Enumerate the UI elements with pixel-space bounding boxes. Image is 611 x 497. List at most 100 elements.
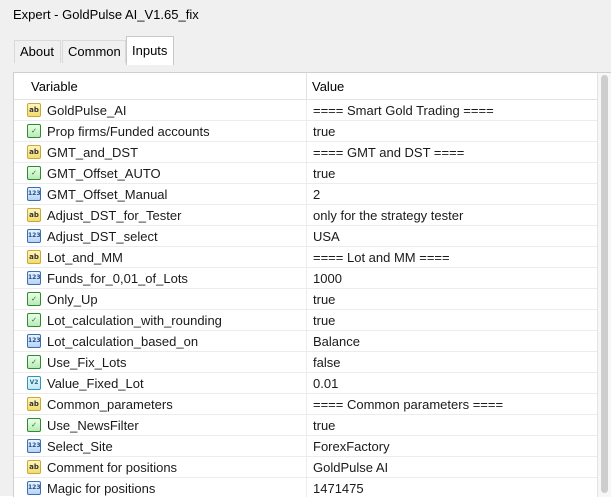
variable-value[interactable]: only for the strategy tester xyxy=(313,208,463,223)
variable-value[interactable]: ==== Lot and MM ==== xyxy=(313,250,450,265)
table-body: ab GoldPulse_AI ==== Smart Gold Trading ==… xyxy=(14,100,611,497)
cell-divider xyxy=(306,310,307,331)
table-row[interactable]: ab Comment for positions GoldPulse AI xyxy=(14,457,611,478)
variable-value[interactable]: true xyxy=(313,124,335,139)
string-type-icon: ab xyxy=(27,103,41,117)
cell-divider xyxy=(306,247,307,268)
tab-bar: About Common Inputs xyxy=(0,32,611,65)
inputs-table: Variable Value ab GoldPulse_AI ==== Smart … xyxy=(13,72,611,497)
bool-type-icon: ✓ xyxy=(27,124,41,138)
string-type-icon: ab xyxy=(27,460,41,474)
cell-divider xyxy=(306,205,307,226)
variable-value[interactable]: Balance xyxy=(313,334,360,349)
variable-name: GMT_Offset_AUTO xyxy=(47,166,161,181)
variable-value[interactable]: 2 xyxy=(313,187,320,202)
cell-divider xyxy=(306,121,307,142)
window-titlebar: Expert - GoldPulse AI_V1.65_fix xyxy=(0,0,611,32)
table-row[interactable]: ✓ Use_Fix_Lots false xyxy=(14,352,611,373)
variable-name: Funds_for_0,01_of_Lots xyxy=(47,271,188,286)
table-row[interactable]: ab Lot_and_MM ==== Lot and MM ==== xyxy=(14,247,611,268)
window-title: Expert - GoldPulse AI_V1.65_fix xyxy=(13,7,199,22)
variable-value[interactable]: ==== GMT and DST ==== xyxy=(313,145,464,160)
table-header: Variable Value xyxy=(14,73,611,100)
cell-divider xyxy=(306,163,307,184)
variable-value[interactable]: true xyxy=(313,418,335,433)
bool-type-icon: ✓ xyxy=(27,292,41,306)
variable-name: Common_parameters xyxy=(47,397,173,412)
table-row[interactable]: ✓ Lot_calculation_with_rounding true xyxy=(14,310,611,331)
table-row[interactable]: ✓ Use_NewsFilter true xyxy=(14,415,611,436)
variable-value[interactable]: ForexFactory xyxy=(313,439,390,454)
string-type-icon: ab xyxy=(27,250,41,264)
variable-name: Use_Fix_Lots xyxy=(47,355,127,370)
table-row[interactable]: 123 Funds_for_0,01_of_Lots 1000 xyxy=(14,268,611,289)
tab-inputs[interactable]: Inputs xyxy=(126,36,174,65)
integer-type-icon: 123 xyxy=(27,187,41,201)
table-row[interactable]: 123 Select_Site ForexFactory xyxy=(14,436,611,457)
variable-name: Lot_and_MM xyxy=(47,250,123,265)
cell-divider xyxy=(306,457,307,478)
table-row[interactable]: ✓ GMT_Offset_AUTO true xyxy=(14,163,611,184)
integer-type-icon: 123 xyxy=(27,334,41,348)
cell-divider xyxy=(306,331,307,352)
variable-name: GoldPulse_AI xyxy=(47,103,127,118)
table-row[interactable]: ✓ Only_Up true xyxy=(14,289,611,310)
variable-value[interactable]: true xyxy=(313,166,335,181)
variable-value[interactable]: USA xyxy=(313,229,340,244)
variable-name: Lot_calculation_based_on xyxy=(47,334,199,349)
table-row[interactable]: ab GoldPulse_AI ==== Smart Gold Trading ==… xyxy=(14,100,611,121)
double-type-icon: V2 xyxy=(27,376,41,390)
table-row[interactable]: 123 Adjust_DST_select USA xyxy=(14,226,611,247)
column-divider[interactable] xyxy=(306,73,307,99)
cell-divider xyxy=(306,373,307,394)
variable-name: Adjust_DST_for_Tester xyxy=(47,208,182,223)
variable-value[interactable]: true xyxy=(313,292,335,307)
cell-divider xyxy=(306,478,307,497)
tab-about[interactable]: About xyxy=(14,40,61,63)
column-header-value[interactable]: Value xyxy=(312,79,344,94)
variable-value[interactable]: 1000 xyxy=(313,271,342,286)
table-row[interactable]: ab Adjust_DST_for_Tester only for the stra… xyxy=(14,205,611,226)
variable-name: Use_NewsFilter xyxy=(47,418,139,433)
variable-value[interactable]: ==== Smart Gold Trading ==== xyxy=(313,103,494,118)
cell-divider xyxy=(306,289,307,310)
variable-value[interactable]: GoldPulse AI xyxy=(313,460,388,475)
variable-value[interactable]: 1471475 xyxy=(313,481,364,496)
variable-value[interactable]: false xyxy=(313,355,340,370)
table-row[interactable]: ✓ Prop firms/Funded accounts true xyxy=(14,121,611,142)
variable-name: Comment for positions xyxy=(47,460,178,475)
integer-type-icon: 123 xyxy=(27,229,41,243)
string-type-icon: ab xyxy=(27,145,41,159)
vertical-scrollbar[interactable] xyxy=(597,73,611,497)
table-row[interactable]: 123 Magic for positions 1471475 xyxy=(14,478,611,497)
string-type-icon: ab xyxy=(27,208,41,222)
bool-type-icon: ✓ xyxy=(27,166,41,180)
cell-divider xyxy=(306,415,307,436)
variable-name: Adjust_DST_select xyxy=(47,229,158,244)
integer-type-icon: 123 xyxy=(27,271,41,285)
cell-divider xyxy=(306,268,307,289)
table-row[interactable]: ab Common_parameters ==== Common parameter… xyxy=(14,394,611,415)
variable-value[interactable]: 0.01 xyxy=(313,376,338,391)
cell-divider xyxy=(306,142,307,163)
cell-divider xyxy=(306,436,307,457)
variable-value[interactable]: true xyxy=(313,313,335,328)
variable-name: GMT_Offset_Manual xyxy=(47,187,168,202)
variable-name: Prop firms/Funded accounts xyxy=(47,124,210,139)
cell-divider xyxy=(306,226,307,247)
tab-common[interactable]: Common xyxy=(62,40,126,63)
variable-name: Value_Fixed_Lot xyxy=(47,376,144,391)
bool-type-icon: ✓ xyxy=(27,355,41,369)
table-row[interactable]: 123 GMT_Offset_Manual 2 xyxy=(14,184,611,205)
integer-type-icon: 123 xyxy=(27,439,41,453)
variable-name: Only_Up xyxy=(47,292,98,307)
string-type-icon: ab xyxy=(27,397,41,411)
table-row[interactable]: 123 Lot_calculation_based_on Balance xyxy=(14,331,611,352)
variable-value[interactable]: ==== Common parameters ==== xyxy=(313,397,503,412)
table-row[interactable]: V2 Value_Fixed_Lot 0.01 xyxy=(14,373,611,394)
cell-divider xyxy=(306,100,307,121)
column-header-variable[interactable]: Variable xyxy=(31,79,78,94)
cell-divider xyxy=(306,184,307,205)
table-row[interactable]: ab GMT_and_DST ==== GMT and DST ==== xyxy=(14,142,611,163)
scrollbar-thumb[interactable] xyxy=(601,75,608,493)
